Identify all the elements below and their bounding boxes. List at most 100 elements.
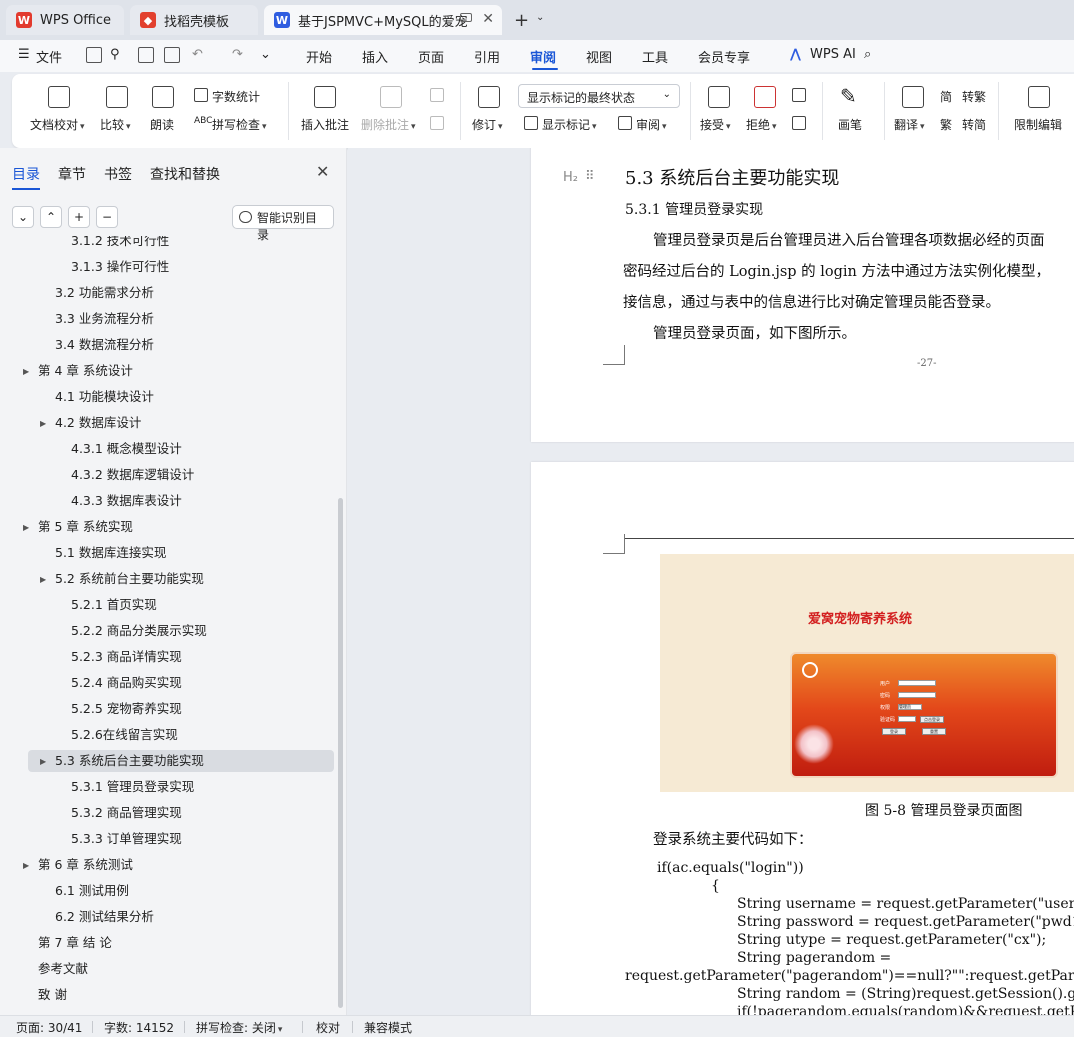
insert-comment-button[interactable]: 插入批注 <box>301 116 349 133</box>
smart-toc-button[interactable]: 智能识别目录 <box>232 205 334 242</box>
toc-item[interactable]: 致 谢 <box>38 983 67 1007</box>
toc-item[interactable]: 4.1 功能模块设计 <box>55 385 154 409</box>
remove-heading-button[interactable]: − <box>96 206 118 228</box>
word-count-indicator[interactable]: 字数: 14152 <box>104 1019 174 1036</box>
toc-item[interactable]: 3.2 功能需求分析 <box>55 281 154 305</box>
menu-wps-ai[interactable]: WPS AI <box>810 47 856 62</box>
menu-start[interactable]: 开始 <box>306 47 332 66</box>
next-comment-icon[interactable] <box>430 116 444 130</box>
translate-button[interactable]: 翻译 ▾ <box>894 116 925 133</box>
toc-item[interactable]: 3.3 业务流程分析 <box>55 307 154 331</box>
search-icon[interactable]: ⌕ <box>864 47 871 62</box>
page-indicator[interactable]: 页面: 30/41 <box>16 1019 82 1036</box>
expand-arrow-icon[interactable]: ▶ <box>40 419 46 428</box>
expand-arrow-icon[interactable]: ▶ <box>23 523 29 532</box>
toc-item[interactable]: 5.1 数据库连接实现 <box>55 541 166 565</box>
read-aloud-button[interactable]: 朗读 <box>150 116 174 133</box>
pen-button[interactable]: 画笔 <box>838 116 862 133</box>
undo-icon[interactable]: ↶ <box>192 47 203 62</box>
spell-check-button[interactable]: 拼写检查 ▾ <box>212 116 267 133</box>
tab-bookmarks[interactable]: 书签 <box>104 164 132 184</box>
toc-item[interactable]: 5.2.1 首页实现 <box>71 593 157 617</box>
menu-review[interactable]: 审阅 <box>530 47 556 66</box>
toc-item[interactable]: 5.3.3 订单管理实现 <box>71 827 182 851</box>
add-heading-button[interactable]: + <box>68 206 90 228</box>
tab-document[interactable]: W 基于JSPMVC+MySQL的爱宠 ✕ <box>264 5 502 35</box>
close-icon[interactable]: ✕ <box>316 162 329 181</box>
tab-find-replace[interactable]: 查找和替换 <box>150 164 220 184</box>
doc-check-button[interactable]: 文档校对 ▾ <box>30 116 85 133</box>
track-changes-button[interactable]: 修订 ▾ <box>472 116 503 133</box>
tab-chapters[interactable]: 章节 <box>58 164 86 184</box>
close-icon[interactable]: ✕ <box>482 11 494 27</box>
print-preview-icon[interactable] <box>164 47 180 63</box>
tab-wps-office[interactable]: W WPS Office <box>6 5 124 35</box>
toc-item[interactable]: 参考文献 <box>38 957 88 981</box>
expand-arrow-icon[interactable]: ▶ <box>23 861 29 870</box>
prev-comment-icon[interactable] <box>430 88 444 102</box>
collapse-down-button[interactable]: ⌄ <box>12 206 34 228</box>
expand-arrow-icon[interactable]: ▶ <box>23 367 29 376</box>
menu-tools[interactable]: 工具 <box>642 47 668 66</box>
accept-button[interactable]: 接受 ▾ <box>700 116 731 133</box>
toc-item[interactable]: 5.3.2 商品管理实现 <box>71 801 182 825</box>
delete-comment-button[interactable]: 删除批注 ▾ <box>361 116 416 133</box>
markup-state-select[interactable]: 显示标记的最终状态 ⌄ <box>518 84 680 108</box>
word-count-button[interactable]: 字数统计 <box>212 88 260 105</box>
sidebar-scrollbar[interactable] <box>338 498 343 1008</box>
menu-member[interactable]: 会员专享 <box>698 47 750 66</box>
toc-item[interactable]: 3.1.2 技术可行性 <box>71 236 169 253</box>
to-simplified-button[interactable]: 转简 <box>962 116 986 133</box>
menu-page[interactable]: 页面 <box>418 47 444 66</box>
toc-item[interactable]: 5.2.6在线留言实现 <box>71 723 178 747</box>
toc-item[interactable]: 4.3.1 概念模型设计 <box>71 437 182 461</box>
compare-button[interactable]: 比较 ▾ <box>100 116 131 133</box>
toc-item[interactable]: 3.1.3 操作可行性 <box>71 255 169 279</box>
more-icon[interactable]: ⌄ <box>260 47 271 62</box>
format-painter-icon[interactable]: ⚲ <box>110 47 120 62</box>
toc-item[interactable]: 6.2 测试结果分析 <box>55 905 154 929</box>
save-icon[interactable] <box>86 47 102 63</box>
expand-arrow-icon[interactable]: ▶ <box>40 575 46 584</box>
toc-item[interactable]: 5.2.3 商品详情实现 <box>71 645 182 669</box>
tab-toc[interactable]: 目录 <box>12 164 40 184</box>
toc-item[interactable]: 5.2.2 商品分类展示实现 <box>71 619 207 643</box>
reject-button[interactable]: 拒绝 ▾ <box>746 116 777 133</box>
spell-check-toggle[interactable]: 拼写检查: 关闭 ▾ <box>196 1019 282 1036</box>
menu-view[interactable]: 视图 <box>586 47 612 66</box>
toc-item[interactable]: 4.2 数据库设计 <box>55 411 141 435</box>
toc-item[interactable]: 5.3 系统后台主要功能实现 <box>55 749 204 773</box>
toc-item[interactable]: 3.4 数据流程分析 <box>55 333 154 357</box>
toc-item[interactable]: 6.1 测试用例 <box>55 879 129 903</box>
next-change-icon[interactable] <box>792 116 806 130</box>
proofread-button[interactable]: 校对 <box>316 1019 340 1036</box>
expand-arrow-icon[interactable]: ▶ <box>40 757 46 766</box>
toc-item[interactable]: 5.2.4 商品购买实现 <box>71 671 182 695</box>
hamburger-icon[interactable]: ☰ <box>18 47 30 62</box>
toc-item[interactable]: 4.3.3 数据库表设计 <box>71 489 182 513</box>
restrict-edit-button[interactable]: 限制编辑 <box>1014 116 1062 133</box>
collapse-up-button[interactable]: ⌃ <box>40 206 62 228</box>
to-traditional-button[interactable]: 转繁 <box>962 88 986 105</box>
menu-insert[interactable]: 插入 <box>362 47 388 66</box>
drag-handle-icon[interactable]: ⠿ <box>585 169 595 184</box>
toc-item[interactable]: 第 7 章 结 论 <box>38 931 112 955</box>
toc-item[interactable]: 第 6 章 系统测试 <box>38 853 133 877</box>
toc-item[interactable]: 第 4 章 系统设计 <box>38 359 133 383</box>
menu-reference[interactable]: 引用 <box>474 47 500 66</box>
toc-item[interactable]: 5.2.5 宠物寄养实现 <box>71 697 182 721</box>
redo-icon[interactable]: ↷ <box>232 47 243 62</box>
toc-item[interactable]: 5.2 系统前台主要功能实现 <box>55 567 204 591</box>
toc-item[interactable]: 第 5 章 系统实现 <box>38 515 133 539</box>
monitor-icon[interactable] <box>460 13 472 22</box>
print-icon[interactable] <box>138 47 154 63</box>
chevron-down-icon[interactable]: ⌄ <box>536 12 544 23</box>
prev-change-icon[interactable] <box>792 88 806 102</box>
new-tab-icon[interactable]: + <box>514 10 529 31</box>
tab-daoke-template[interactable]: ◆ 找稻壳模板 <box>130 5 258 35</box>
review-pane-button[interactable]: 审阅 ▾ <box>636 116 667 133</box>
menu-file[interactable]: 文件 <box>36 47 62 66</box>
show-markup-button[interactable]: 显示标记 ▾ <box>542 116 597 133</box>
toc-item[interactable]: 5.3.1 管理员登录实现 <box>71 775 194 799</box>
toc-item[interactable]: 4.3.2 数据库逻辑设计 <box>71 463 194 487</box>
